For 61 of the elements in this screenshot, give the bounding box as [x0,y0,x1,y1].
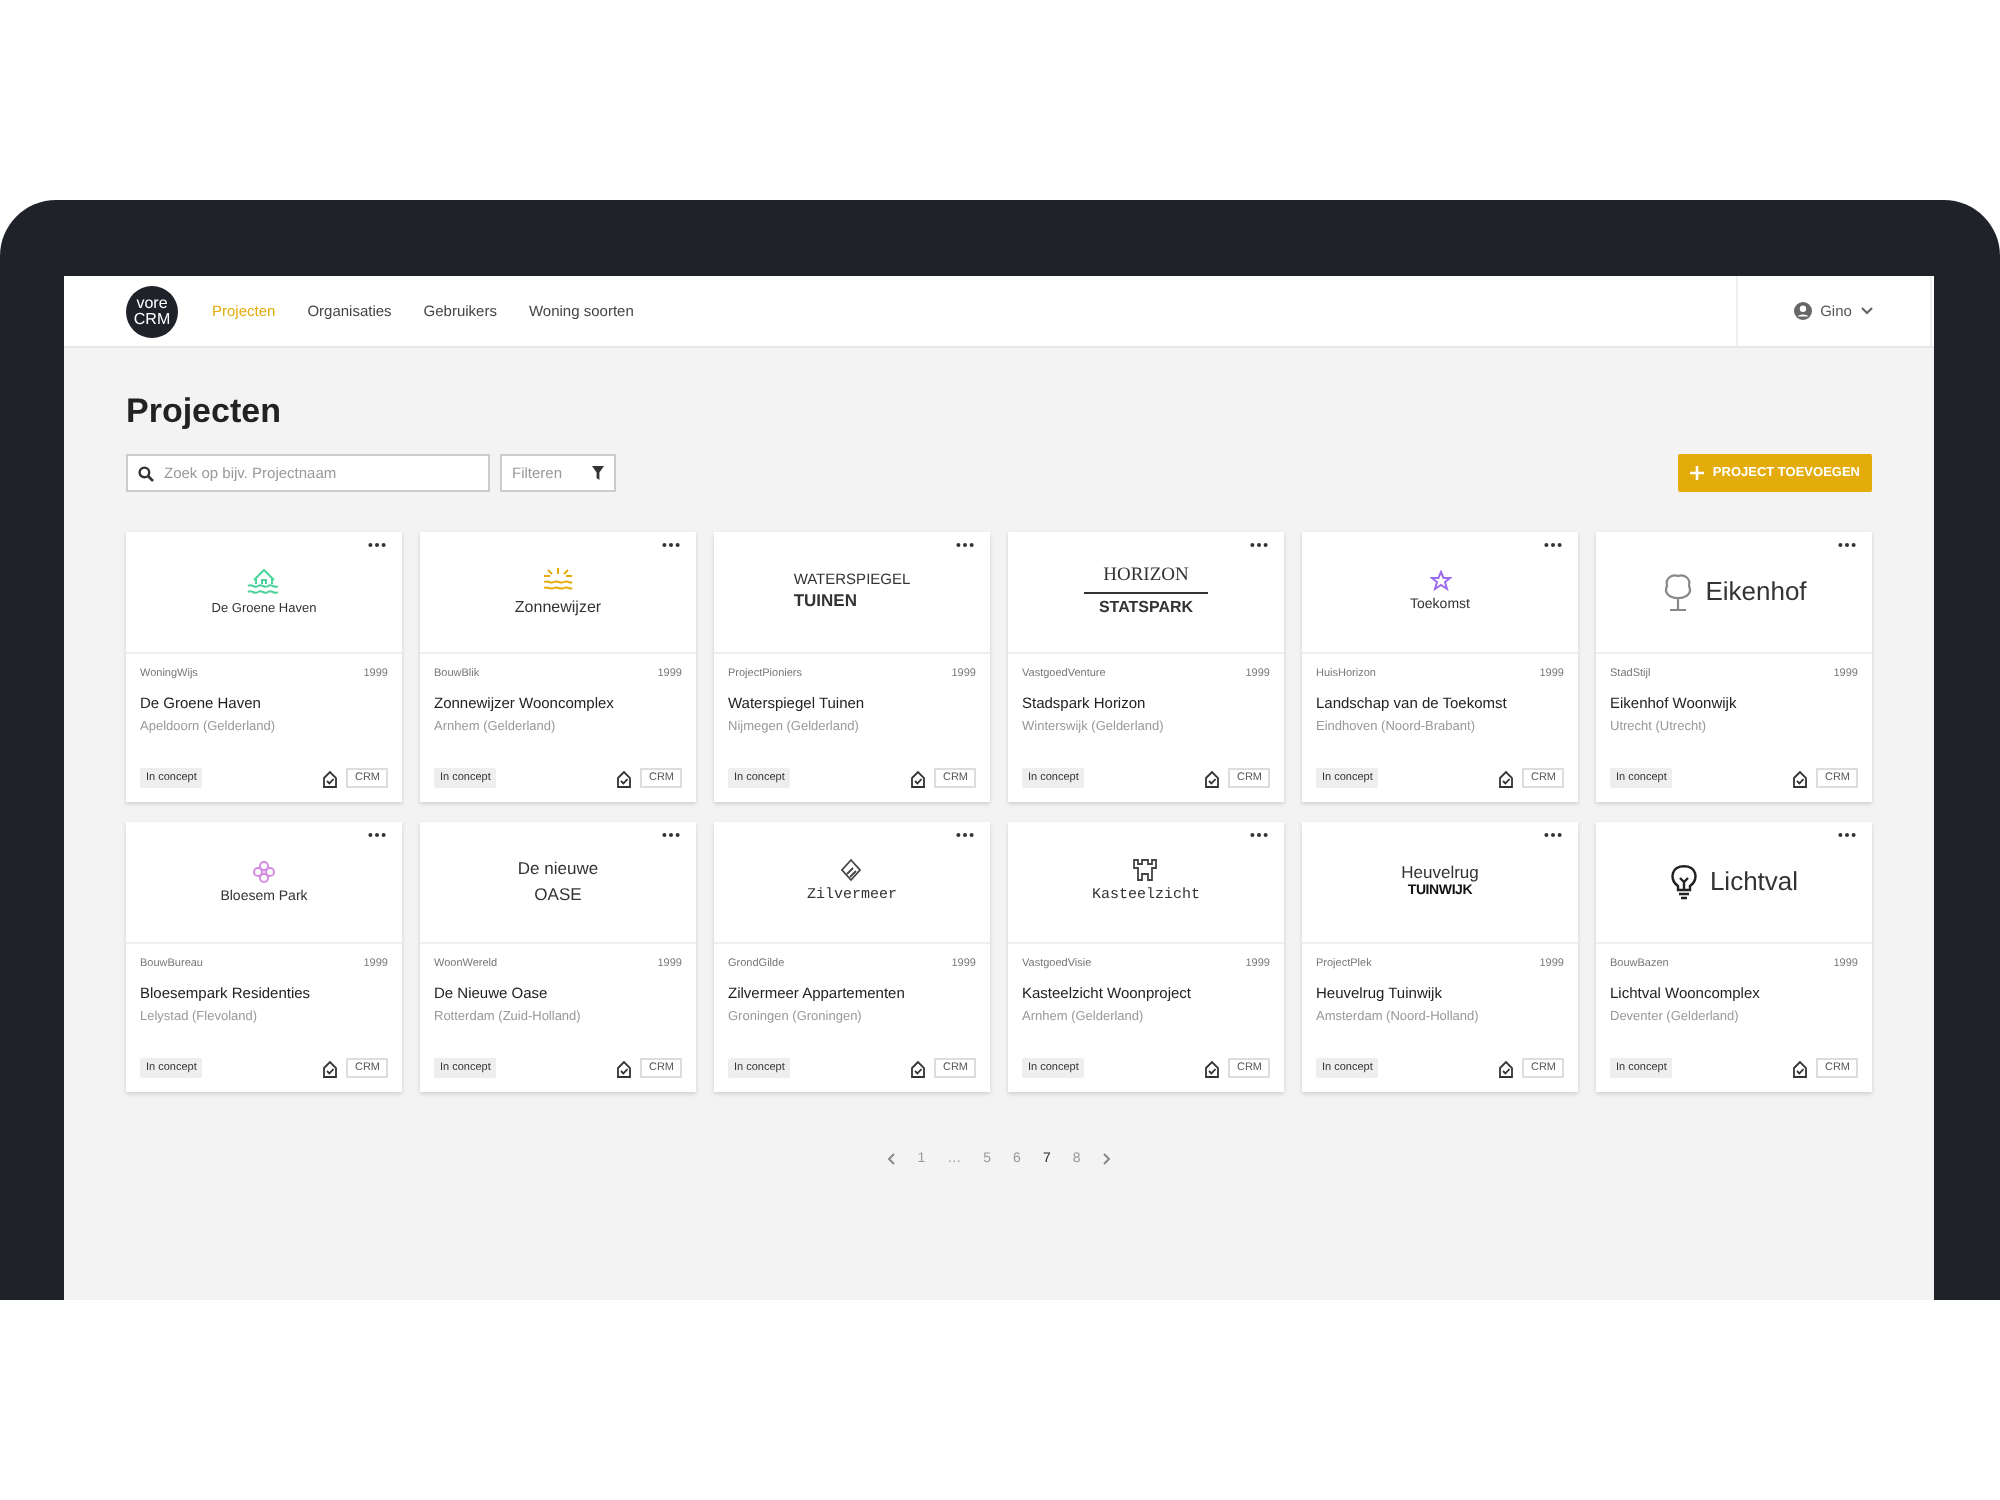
more-button[interactable] [368,832,386,838]
more-button[interactable] [662,542,680,548]
chevron-right-icon [1102,1152,1113,1166]
logo-text: Zonnewijzer [514,600,602,618]
more-icon [1838,542,1856,548]
more-button[interactable] [368,542,386,548]
more-button[interactable] [1250,832,1268,838]
house-check-icon [1792,1059,1809,1077]
more-icon [368,542,386,548]
page-title: Projecten [126,392,283,432]
logo-text: Heuvelrug [1401,864,1479,884]
house-check-icon [616,769,633,787]
more-button[interactable] [1838,542,1856,548]
house-check-icon [1498,769,1515,787]
more-icon [1838,832,1856,838]
lozenge-icon [840,858,863,883]
castle-icon [1132,858,1159,883]
more-icon [1250,542,1268,548]
house-check-icon [1204,1059,1221,1077]
logo-text: STATSPARK [1098,599,1194,618]
sun-waves-icon [541,566,574,595]
more-icon [1250,832,1268,838]
more-icon [956,832,974,838]
tree-icon [1661,572,1694,612]
house-check-icon [1792,769,1809,787]
logo-text: TUINEN [793,592,857,612]
house-check-icon [1204,769,1221,787]
brand-logo[interactable]: vore CRM [126,285,178,337]
more-button[interactable] [956,542,974,548]
logo-text: OASE [534,885,582,904]
chevron-down-icon [1859,306,1874,316]
more-button[interactable] [1544,832,1562,838]
star-icon [1429,570,1451,593]
more-icon [662,542,680,548]
house-check-icon [1498,1059,1515,1077]
flower-icon [251,859,276,884]
house-waves-icon [245,566,282,597]
more-button[interactable] [1838,832,1856,838]
more-button[interactable] [956,832,974,838]
house-check-icon [322,769,339,787]
house-check-icon [910,1059,927,1077]
more-button[interactable] [662,832,680,838]
logo-text: Eikenhof [1705,577,1807,607]
more-icon [368,832,386,838]
filter-icon [592,466,604,480]
plus-icon [1690,466,1705,480]
light-bulb-icon [1669,862,1698,902]
more-icon [956,542,974,548]
logo-text: De nieuwe [517,860,599,879]
house-check-icon [910,769,927,787]
house-check-icon [322,1059,339,1077]
logo-text: Lichtval [1709,867,1799,897]
more-icon [662,832,680,838]
chevron-left-icon [885,1152,896,1166]
more-icon [1544,832,1562,838]
more-button[interactable] [1544,542,1562,548]
more-button[interactable] [1250,542,1268,548]
more-icon [1544,542,1562,548]
house-check-icon [616,1059,633,1077]
user-icon [1794,302,1813,320]
logo-text: HORIZON [1083,566,1209,594]
